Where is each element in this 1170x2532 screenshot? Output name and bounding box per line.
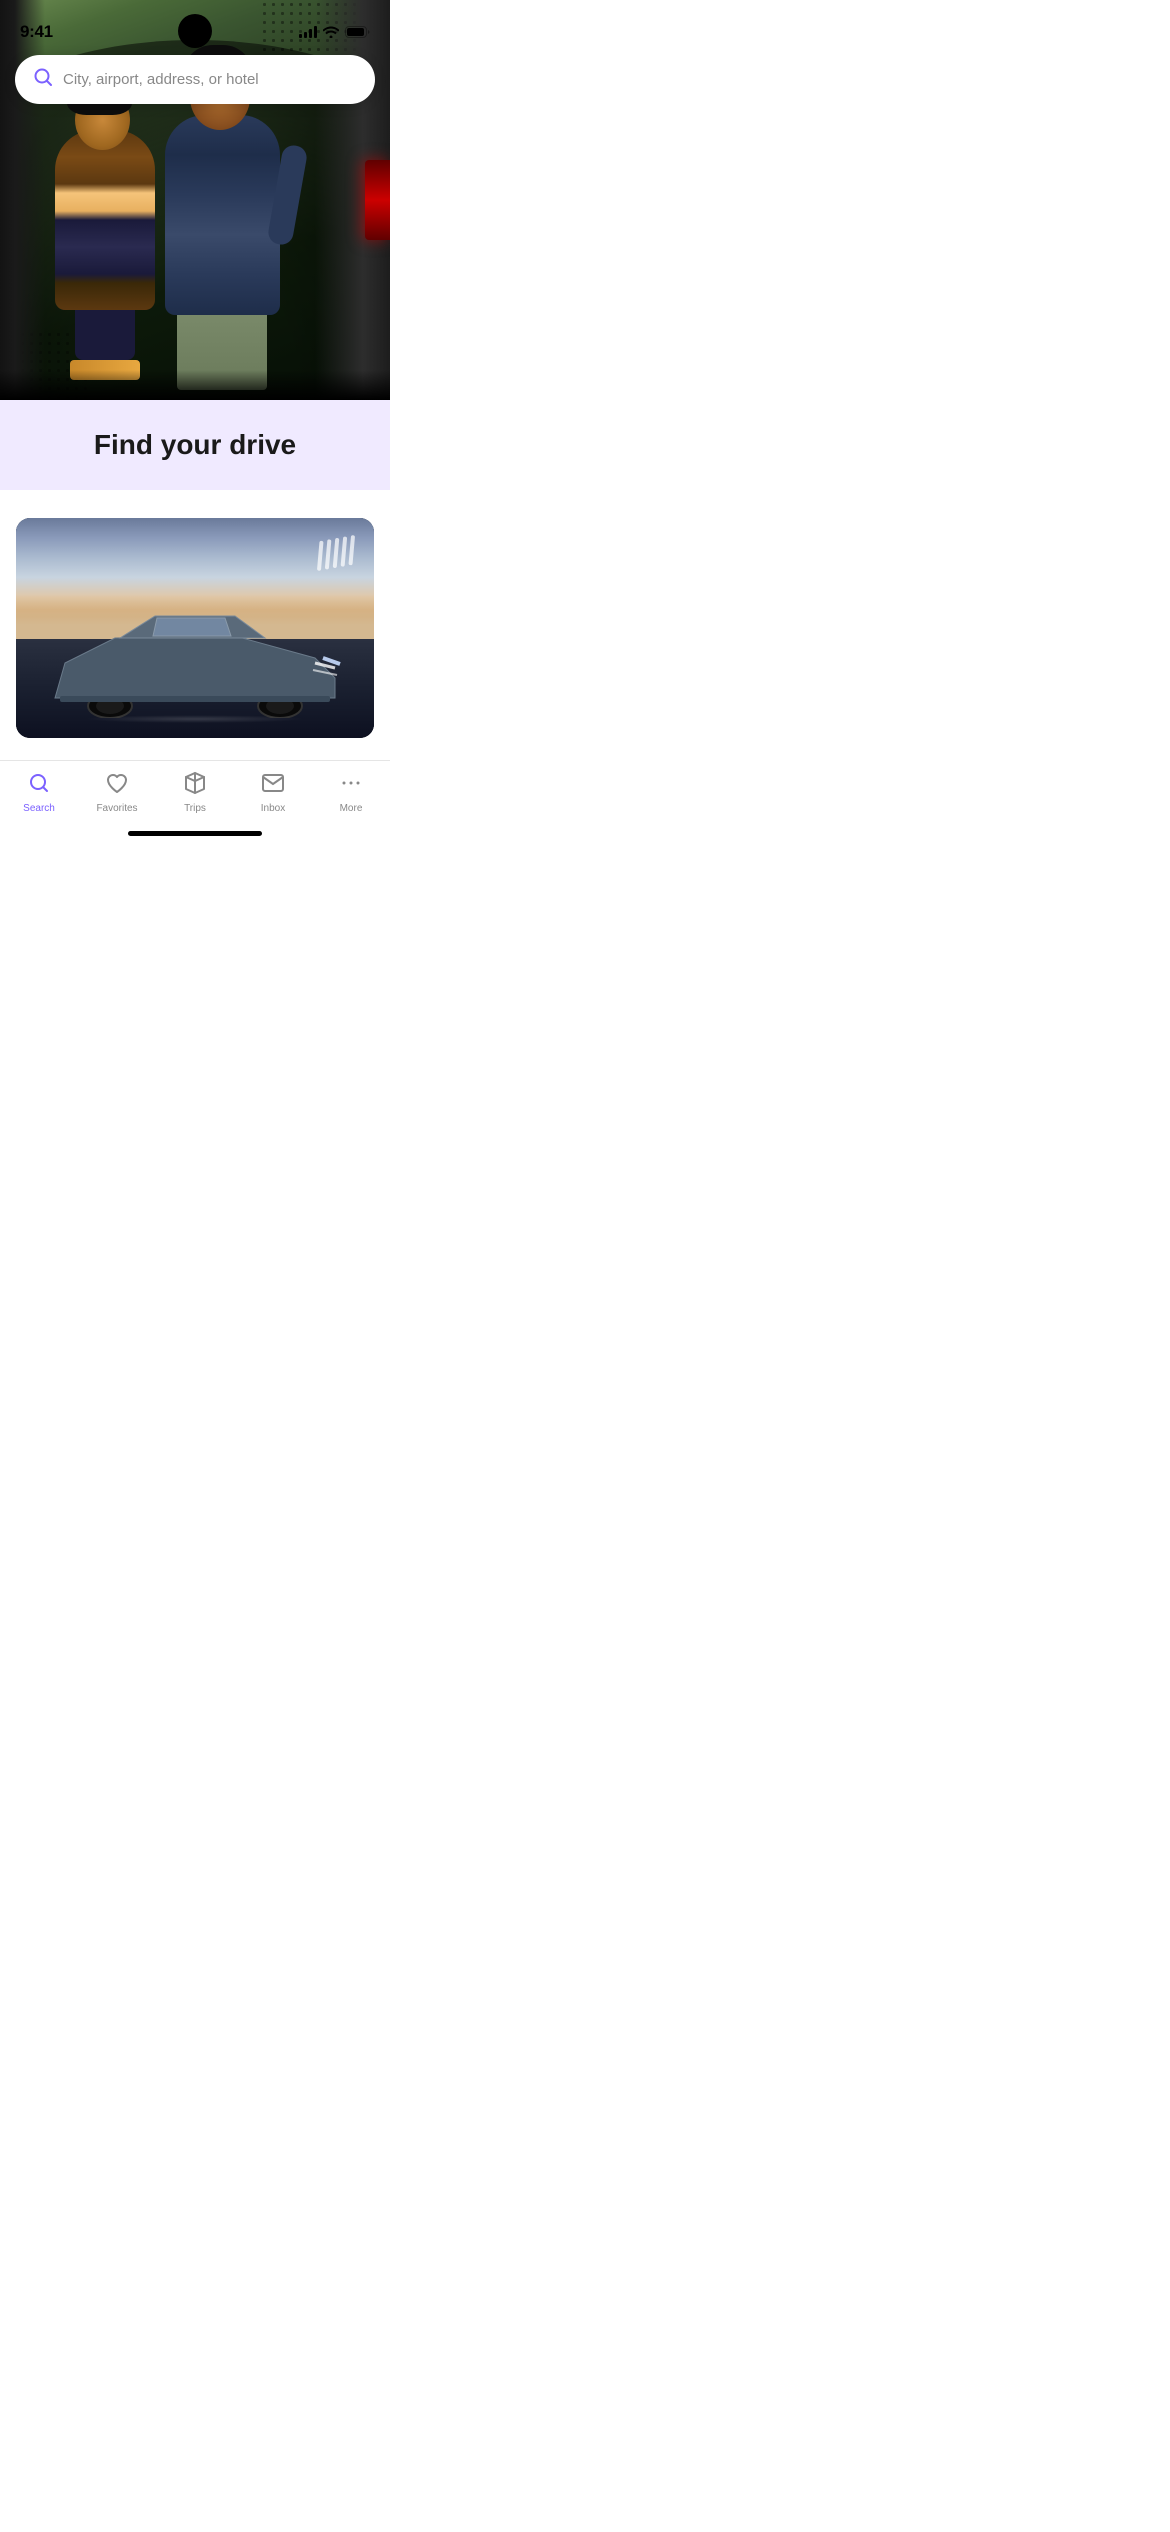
status-icons xyxy=(299,26,370,38)
cybertruck-card[interactable] xyxy=(16,518,374,738)
search-nav-label: Search xyxy=(23,803,55,814)
section-gap xyxy=(0,490,390,518)
more-nav-label: More xyxy=(340,803,363,814)
nav-favorites[interactable]: Favorites xyxy=(78,771,156,814)
find-drive-banner: Find your drive xyxy=(0,400,390,490)
bottom-padding xyxy=(0,738,390,758)
taillight xyxy=(365,160,390,240)
nav-more[interactable]: More xyxy=(312,771,390,814)
status-time: 9:41 xyxy=(20,22,53,42)
home-indicator xyxy=(128,831,262,836)
nav-search[interactable]: Search xyxy=(0,771,78,814)
cybertruck-scene xyxy=(16,518,374,738)
dynamic-island xyxy=(178,14,212,48)
battery-icon xyxy=(345,26,370,38)
wifi-icon xyxy=(323,26,339,38)
turo-slashes xyxy=(316,535,357,571)
search-bar-container[interactable]: City, airport, address, or hotel xyxy=(15,55,375,104)
search-bar[interactable]: City, airport, address, or hotel xyxy=(15,55,375,104)
scroll-area[interactable]: City, airport, address, or hotel Find yo… xyxy=(0,0,390,760)
search-icon xyxy=(33,67,53,92)
inbox-nav-icon xyxy=(261,771,285,799)
nav-trips[interactable]: Trips xyxy=(156,771,234,814)
favorites-nav-icon xyxy=(105,771,129,799)
find-drive-heading: Find your drive xyxy=(24,428,366,462)
search-placeholder: City, airport, address, or hotel xyxy=(63,71,357,88)
cybertruck-svg xyxy=(35,608,355,718)
signal-icon xyxy=(299,26,317,38)
inbox-nav-label: Inbox xyxy=(261,803,285,814)
nav-inbox[interactable]: Inbox xyxy=(234,771,312,814)
more-nav-icon xyxy=(339,771,363,799)
favorites-nav-label: Favorites xyxy=(96,803,137,814)
trips-nav-icon xyxy=(183,771,207,799)
bottom-nav: Search Favorites Trips xyxy=(0,760,390,844)
search-nav-icon xyxy=(27,771,51,799)
trips-nav-label: Trips xyxy=(184,803,206,814)
status-bar: 9:41 xyxy=(0,0,390,50)
